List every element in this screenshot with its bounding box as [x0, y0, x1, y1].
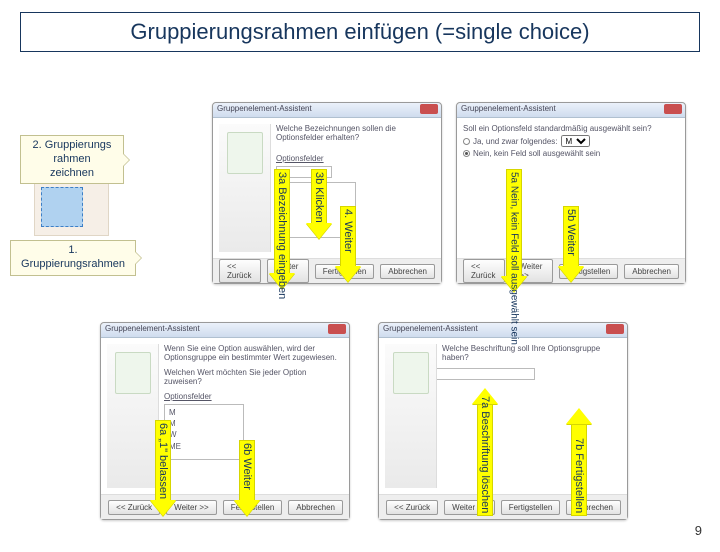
finish-button[interactable]: Fertigstellen [501, 500, 561, 515]
dialog5-q: Soll ein Optionsfeld standardmäßig ausge… [463, 124, 679, 133]
slide-title: Gruppierungsrahmen einfügen (=single cho… [20, 12, 700, 52]
arrow-3b-label: 3b Klicken [313, 172, 325, 223]
arrow-7a: 7a Beschriftung löschen [476, 388, 494, 516]
list-item: M [169, 407, 239, 418]
cancel-button[interactable]: Abbrechen [624, 264, 679, 279]
callout-step2-line1: 2. Gruppierungs [33, 139, 112, 151]
cancel-button[interactable]: Abbrechen [380, 264, 435, 279]
arrow-7b: 7b Fertigstellen [570, 408, 588, 516]
radio-no[interactable]: Nein, kein Feld soll ausgewählt sein [463, 149, 679, 158]
arrow-4: 4. Weiter [339, 206, 357, 282]
radio-yes[interactable]: Ja, und zwar folgendes:M [463, 135, 679, 147]
callout-step2-line3: zeichnen [50, 167, 94, 179]
arrow-3b: 3b Klicken [310, 169, 328, 239]
arrow-3a: 3a Bezeichnung eingeben [273, 169, 291, 289]
callout-step2-line2: rahmen [53, 153, 90, 165]
dialog-title-text: Gruppenelement-Assistent [383, 324, 478, 333]
dialog-title-text: Gruppenelement-Assistent [105, 324, 200, 333]
list-item: W [169, 429, 239, 440]
optionfields-label: Optionsfelder [276, 154, 324, 163]
arrow-6b: 6b Weiter [238, 440, 256, 516]
page-number: 9 [695, 523, 702, 538]
list-item: M [169, 418, 239, 429]
back-button[interactable]: << Zurück [386, 500, 438, 515]
form-sketch [34, 178, 109, 236]
arrow-4-label: 4. Weiter [342, 209, 354, 253]
dialog-title-text: Gruppenelement-Assistent [217, 104, 312, 113]
arrow-5b-label: 5b Weiter [565, 209, 577, 256]
arrow-5a: 5a Nein, kein Feld soll ausgewählt sein [505, 169, 523, 292]
cancel-button[interactable]: Abbrechen [288, 500, 343, 515]
arrow-3a-label: 3a Bezeichnung eingeben [276, 172, 288, 299]
dialog-title-text: Gruppenelement-Assistent [461, 104, 556, 113]
close-icon[interactable] [664, 104, 682, 114]
arrow-6a-label: 6a „1" belassen [157, 423, 169, 499]
arrow-6a: 6a „1" belassen [154, 420, 172, 516]
callout-step1-text: 1. Gruppierungsrahmen [21, 244, 125, 270]
radio-no-label: Nein, kein Feld soll ausgewählt sein [473, 149, 600, 158]
dialog-title: Gruppenelement-Assistent [379, 323, 627, 338]
arrow-5a-label: 5a Nein, kein Feld soll ausgewählt sein [509, 172, 520, 345]
close-icon[interactable] [420, 104, 438, 114]
radio-yes-label: Ja, und zwar folgendes: [473, 137, 558, 146]
optionfields-label: Optionsfelder [164, 392, 212, 401]
back-button[interactable]: << Zurück [219, 259, 261, 283]
callout-step2: 2. Gruppierungs rahmen zeichnen [20, 135, 124, 184]
wizard-dialog-6: Gruppenelement-Assistent Wenn Sie eine O… [100, 322, 350, 520]
dialog-title: Gruppenelement-Assistent [457, 103, 685, 118]
list-item: ME [169, 441, 239, 452]
arrow-6b-label: 6b Weiter [241, 443, 253, 490]
back-button[interactable]: << Zurück [463, 259, 505, 283]
arrow-5b: 5b Weiter [562, 206, 580, 282]
arrow-7a-label: 7a Beschriftung löschen [479, 396, 491, 513]
dialog-title: Gruppenelement-Assistent [213, 103, 441, 118]
close-icon[interactable] [328, 324, 346, 334]
callout-step1: 1. Gruppierungsrahmen [10, 240, 136, 276]
arrow-7b-label: 7b Fertigstellen [573, 438, 585, 513]
dialog-title: Gruppenelement-Assistent [101, 323, 349, 338]
values-listbox[interactable]: M M W ME [164, 404, 244, 460]
default-select[interactable]: M [561, 135, 590, 147]
close-icon[interactable] [606, 324, 624, 334]
